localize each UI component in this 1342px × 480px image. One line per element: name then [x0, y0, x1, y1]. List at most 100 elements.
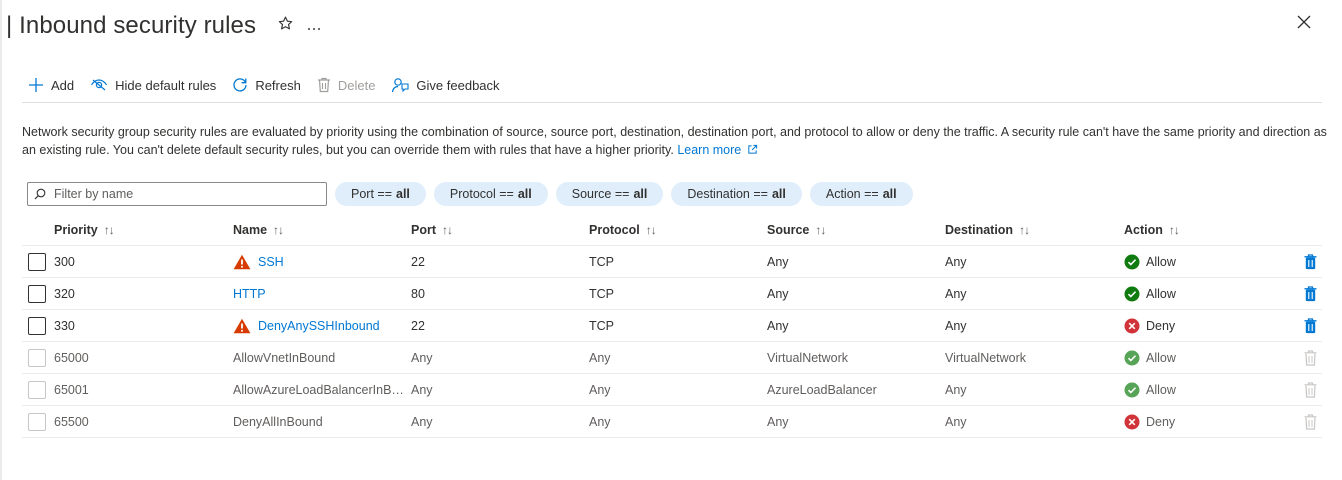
- pill-value: all: [517, 187, 532, 201]
- refresh-label: Refresh: [255, 77, 301, 93]
- protocol-filter-pill[interactable]: Protocol == all: [433, 182, 548, 206]
- port-cell: Any: [411, 415, 433, 429]
- delete-label: Delete: [337, 77, 376, 93]
- port-cell: 22: [411, 255, 425, 269]
- column-header-name[interactable]: Name ↑↓: [233, 214, 405, 246]
- port-cell: 22: [411, 319, 425, 333]
- source-cell: Any: [767, 287, 789, 301]
- column-header-priority[interactable]: Priority ↑↓: [54, 214, 224, 246]
- blade-header: | Inbound security rules: [6, 8, 321, 44]
- sort-icon: ↑↓: [1019, 223, 1030, 237]
- give-feedback-label: Give feedback: [416, 77, 500, 93]
- pill-label: Destination ==: [687, 187, 768, 201]
- column-header-port[interactable]: Port ↑↓: [411, 214, 581, 246]
- port-cell: Any: [411, 351, 433, 365]
- hide-default-rules-button[interactable]: Hide default rules: [90, 78, 216, 93]
- destination-filter-pill[interactable]: Destination == all: [671, 182, 802, 206]
- rule-name-cell[interactable]: AllowAzureLoadBalancerInB…: [233, 374, 405, 406]
- learn-more-label: Learn more: [677, 143, 742, 157]
- table-row[interactable]: 320 HTTP 80 TCP Any Any Allow: [22, 278, 1322, 310]
- rule-name-link[interactable]: DenyAnySSHInbound: [258, 319, 380, 333]
- pill-value: all: [633, 187, 648, 201]
- source-cell: AzureLoadBalancer: [767, 383, 877, 397]
- row-checkbox: [28, 381, 46, 399]
- filter-bar: Port == all Protocol ==all Source ==all D…: [27, 182, 913, 206]
- toolbar-divider: [22, 102, 1322, 103]
- column-label: Name: [233, 223, 268, 237]
- action-label: Allow: [1146, 287, 1176, 301]
- give-feedback-button[interactable]: Give feedback: [391, 77, 500, 93]
- column-label: Source: [767, 223, 810, 237]
- ellipsis-icon[interactable]: [307, 18, 321, 34]
- sort-icon: ↑↓: [103, 223, 115, 237]
- action-label: Allow: [1146, 383, 1176, 397]
- row-checkbox: [28, 349, 46, 367]
- deny-x-icon: [1124, 318, 1140, 334]
- table-row[interactable]: 65500 DenyAllInBound Any Any Any Any Den…: [22, 406, 1322, 438]
- destination-cell: Any: [945, 319, 967, 333]
- pill-label: Action ==: [825, 187, 879, 201]
- delete-row-icon[interactable]: [1300, 278, 1320, 310]
- port-filter-pill[interactable]: Port == all: [335, 182, 426, 206]
- delete-row-icon[interactable]: [1300, 310, 1320, 342]
- port-cell: Any: [411, 383, 433, 397]
- page-title: | Inbound security rules: [6, 12, 257, 39]
- filter-by-name-input[interactable]: [52, 186, 312, 202]
- destination-cell: Any: [945, 255, 967, 269]
- destination-cell: Any: [945, 383, 967, 397]
- column-label: Priority: [54, 223, 98, 237]
- close-icon[interactable]: [1296, 14, 1314, 32]
- delete-row-icon: [1300, 406, 1320, 438]
- action-filter-pill[interactable]: Action == all: [809, 182, 913, 206]
- protocol-cell: TCP: [589, 287, 614, 301]
- rule-name-cell[interactable]: AllowVnetInBound: [233, 342, 405, 374]
- source-filter-pill[interactable]: Source == all: [555, 182, 664, 206]
- learn-more-link[interactable]: Learn more: [677, 143, 757, 157]
- rule-name-link[interactable]: SSH: [258, 255, 284, 269]
- rules-table: Priority ↑↓ Name ↑↓ Port ↑↓ Protocol ↑↓ Sour…: [22, 214, 1322, 438]
- rule-name-link[interactable]: HTTP: [233, 287, 266, 301]
- refresh-icon: [233, 78, 247, 92]
- add-button[interactable]: Add: [28, 77, 74, 93]
- filter-by-name-box[interactable]: [27, 182, 327, 206]
- protocol-cell: TCP: [589, 319, 614, 333]
- table-header-row: Priority ↑↓ Name ↑↓ Port ↑↓ Protocol ↑↓ Sour…: [22, 214, 1322, 246]
- column-header-action[interactable]: Action ↑↓: [1124, 214, 1274, 246]
- plus-icon: [29, 78, 43, 92]
- row-checkbox[interactable]: [28, 253, 46, 271]
- refresh-button[interactable]: Refresh: [232, 77, 301, 93]
- table-row[interactable]: 300 SSH 22 TCP Any Any Allow: [22, 246, 1322, 278]
- table-row[interactable]: 65000 AllowVnetInBound Any Any VirtualNe…: [22, 342, 1322, 374]
- protocol-cell: Any: [589, 351, 611, 365]
- blade-left-border: [0, 0, 2, 480]
- eye-hide-icon: [91, 79, 108, 91]
- description: Network security group security rules ar…: [22, 123, 1332, 159]
- column-label: Destination: [945, 223, 1014, 237]
- rule-name-cell[interactable]: DenyAllInBound: [233, 406, 405, 438]
- pill-value: all: [882, 187, 897, 201]
- column-header-protocol[interactable]: Protocol ↑↓: [589, 214, 759, 246]
- delete-button[interactable]: Delete: [317, 77, 376, 93]
- row-checkbox[interactable]: [28, 285, 46, 303]
- sort-icon: ↑↓: [1168, 223, 1180, 237]
- sort-icon: ↑↓: [442, 223, 453, 237]
- row-checkbox[interactable]: [28, 317, 46, 335]
- table-row[interactable]: 65001 AllowAzureLoadBalancerInB… Any Any…: [22, 374, 1322, 406]
- priority-cell: 65000: [54, 351, 89, 365]
- allow-check-icon: [1124, 254, 1140, 270]
- pill-label: Port ==: [351, 187, 392, 201]
- search-icon: [34, 188, 46, 200]
- column-header-destination[interactable]: Destination ↑↓: [945, 214, 1115, 246]
- delete-row-icon[interactable]: [1300, 246, 1320, 278]
- column-header-source[interactable]: Source ↑↓: [767, 214, 937, 246]
- feedback-icon: [392, 78, 409, 93]
- star-icon[interactable]: [278, 16, 293, 36]
- priority-cell: 65500: [54, 415, 89, 429]
- protocol-cell: TCP: [589, 255, 614, 269]
- table-row[interactable]: 330 DenyAnySSHInbound 22 TCP Any Any Den…: [22, 310, 1322, 342]
- sort-icon: ↑↓: [815, 223, 826, 237]
- destination-cell: Any: [945, 415, 967, 429]
- priority-cell: 330: [54, 319, 75, 333]
- pill-value: all: [396, 187, 410, 201]
- trash-icon: [317, 77, 330, 93]
